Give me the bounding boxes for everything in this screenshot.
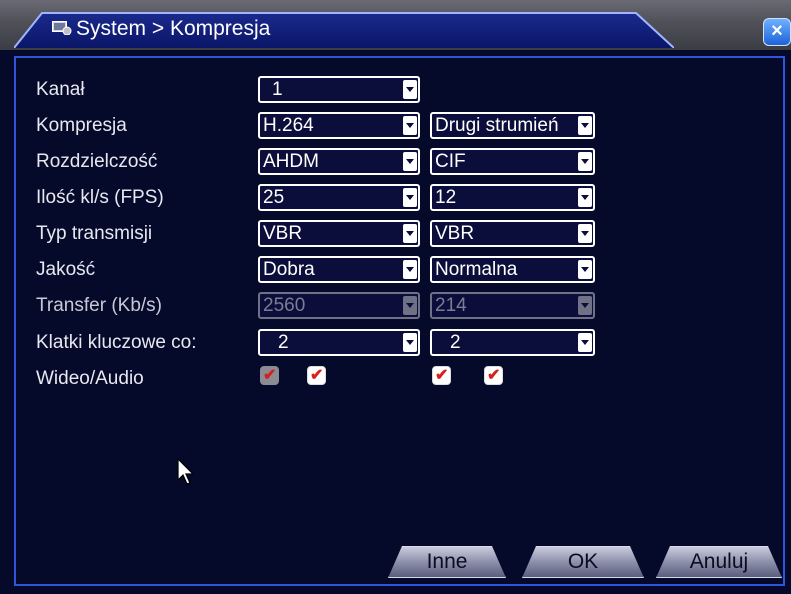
label-resolution: Rozdzielczość [36,151,158,172]
label-bitrate-type: Typ transmisji [36,223,153,244]
stream-select[interactable]: Drugi strumień [430,112,595,139]
fps-extra-select[interactable]: 12 [430,184,595,211]
other-button[interactable]: Inne [388,546,506,578]
chevron-down-icon [578,224,592,243]
extra-audio-checkbox[interactable]: ✔ [484,366,503,385]
channel-select[interactable]: 1 [258,76,420,103]
chevron-down-icon [403,188,417,207]
system-settings-icon [52,21,72,35]
bitrate-extra-select: 214 [430,292,595,319]
window-title: System > Kompresja [76,17,271,40]
label-bitrate: Transfer (Kb/s) [36,295,162,316]
bitrate-main-value: 2560 [263,295,306,316]
stream-value: Drugi strumień [435,115,559,136]
label-compression: Kompresja [36,115,127,136]
compression-value: H.264 [263,115,314,136]
bitrate-type-main-select[interactable]: VBR [258,220,420,247]
fps-main-value: 25 [263,187,285,208]
quality-extra-select[interactable]: Normalna [430,256,595,283]
chevron-down-icon [578,152,592,171]
label-video-audio: Wideo/Audio [36,368,144,389]
compression-select[interactable]: H.264 [258,112,420,139]
quality-main-select[interactable]: Dobra [258,256,420,283]
chevron-down-icon [403,260,417,279]
resolution-extra-value: CIF [435,151,466,172]
fps-main-select[interactable]: 25 [258,184,420,211]
resolution-extra-select[interactable]: CIF [430,148,595,175]
label-fps: Ilość kl/s (FPS) [36,187,164,208]
bitrate-type-extra-select[interactable]: VBR [430,220,595,247]
check-mark-icon: ✔ [487,367,501,384]
chevron-down-icon [403,296,417,315]
keyframe-extra-value: 2 [450,332,461,353]
label-keyframe-interval: Klatki kluczowe co: [36,332,197,353]
check-mark-icon: ✔ [263,367,277,384]
chevron-down-icon [578,116,592,135]
resolution-main-value: AHDM [263,151,319,172]
chevron-down-icon [403,152,417,171]
extra-video-checkbox[interactable]: ✔ [432,366,451,385]
bitrate-type-main-value: VBR [263,223,303,244]
main-audio-checkbox[interactable]: ✔ [307,366,326,385]
quality-main-value: Dobra [263,259,315,280]
quality-extra-value: Normalna [435,259,518,280]
label-quality: Jakość [36,259,96,280]
compression-dialog: System > Kompresja × Kanał 1 Kompresja H… [0,0,791,594]
resolution-main-select[interactable]: AHDM [258,148,420,175]
keyframe-extra-select[interactable]: 2 [430,329,595,356]
chevron-down-icon [578,296,592,315]
label-channel: Kanał [36,79,85,100]
bitrate-main-select: 2560 [258,292,420,319]
ok-button[interactable]: OK [522,546,644,578]
keyframe-main-select[interactable]: 2 [258,329,420,356]
mouse-cursor-icon [177,458,195,485]
main-video-checkbox: ✔ [260,366,279,385]
chevron-down-icon [578,333,592,352]
chevron-down-icon [403,224,417,243]
chevron-down-icon [578,260,592,279]
check-mark-icon: ✔ [310,367,324,384]
chevron-down-icon [403,116,417,135]
bitrate-type-extra-value: VBR [435,223,475,244]
keyframe-main-value: 2 [278,332,289,353]
close-icon[interactable]: × [763,18,791,46]
cancel-button[interactable]: Anuluj [656,546,782,578]
chevron-down-icon [403,333,417,352]
check-mark-icon: ✔ [435,367,449,384]
bitrate-extra-value: 214 [435,295,467,316]
channel-value: 1 [272,79,283,100]
chevron-down-icon [403,80,417,99]
fps-extra-value: 12 [435,187,457,208]
chevron-down-icon [578,188,592,207]
